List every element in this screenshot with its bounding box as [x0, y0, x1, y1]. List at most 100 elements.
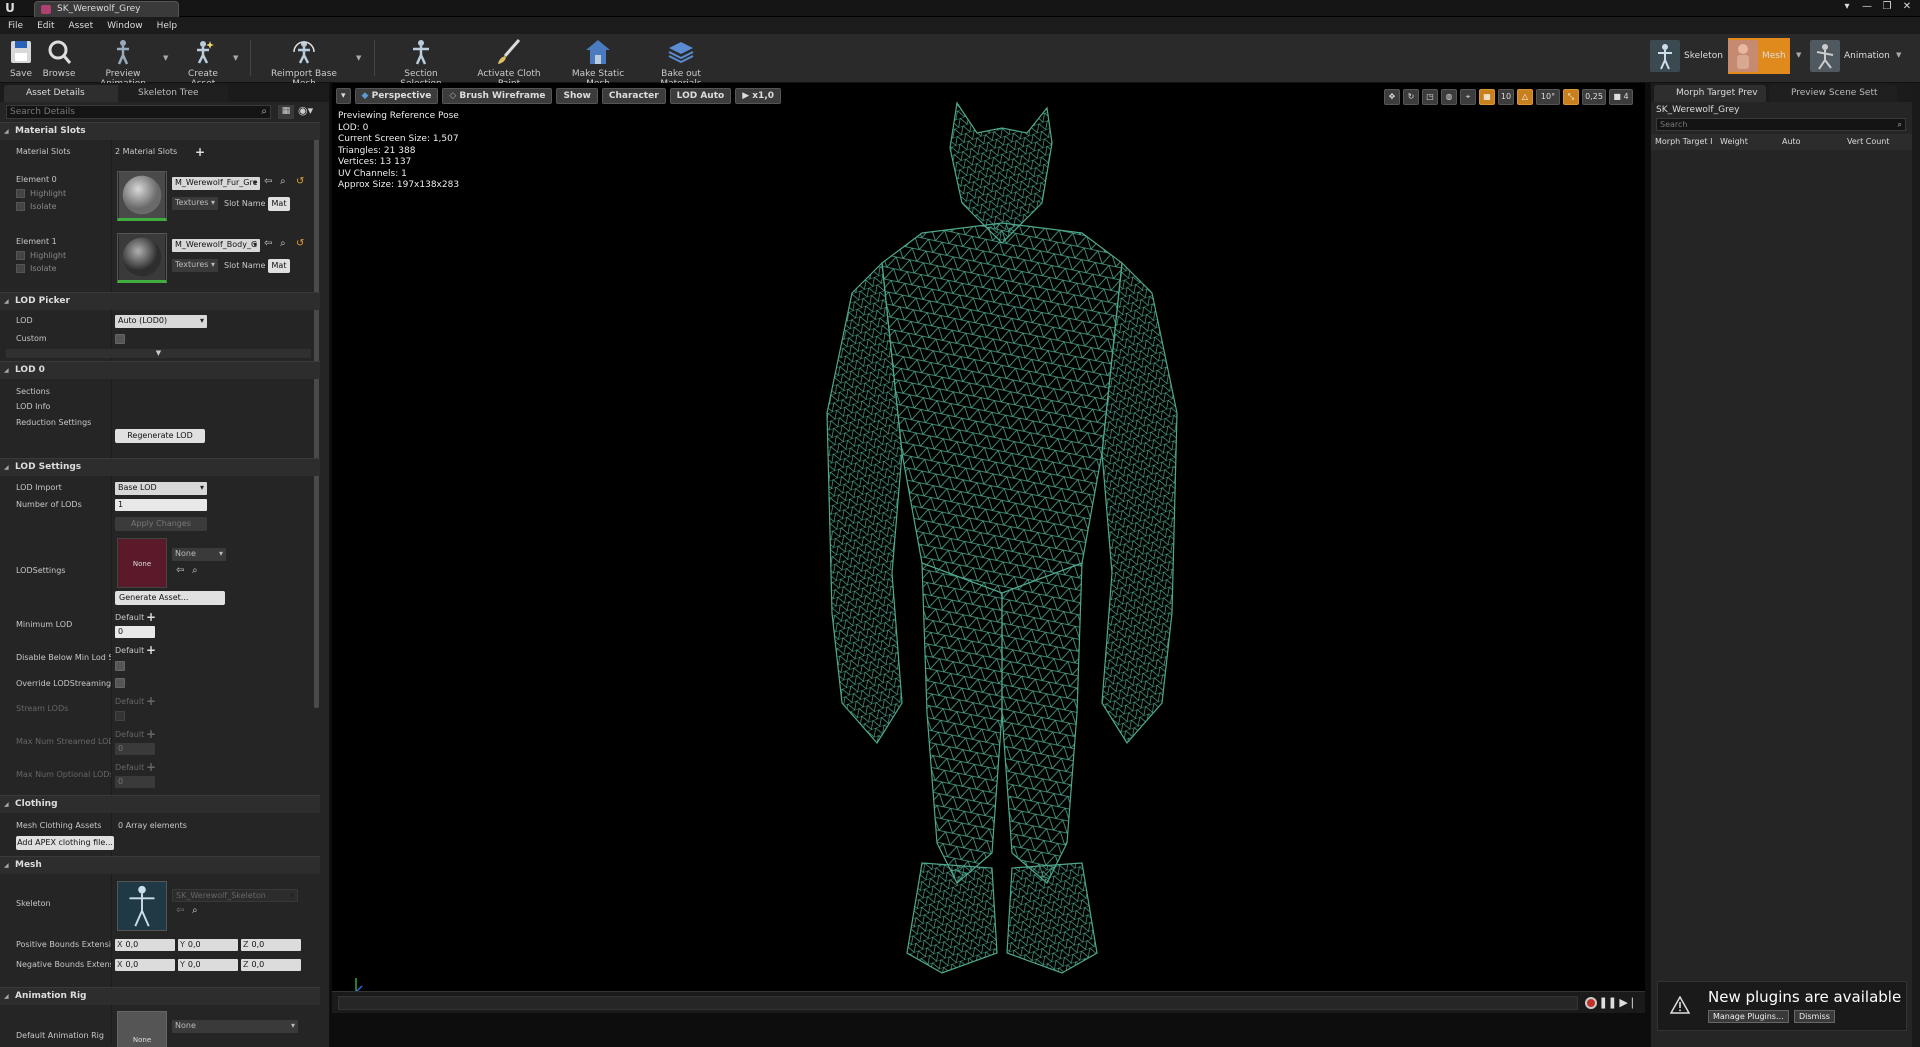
use-selected-arrow-icon[interactable]: ⇦	[264, 238, 272, 249]
dismiss-button[interactable]: Dismiss	[1794, 1010, 1835, 1023]
minimize-button[interactable]: —	[1860, 1, 1874, 12]
save-button[interactable]: Save	[4, 36, 38, 81]
browse-asset-icon[interactable]: ⌕	[192, 565, 198, 576]
record-button[interactable]	[1585, 997, 1597, 1009]
add-material-slot-icon[interactable]: +	[195, 146, 205, 158]
timeline-scrubber[interactable]	[338, 996, 1578, 1010]
create-asset-button[interactable]: Create Asset	[175, 36, 231, 89]
lod0-header[interactable]: LOD 0	[0, 361, 320, 379]
element-1-highlight-checkbox[interactable]	[16, 251, 25, 260]
details-search-input[interactable]: Search Details ⌕	[6, 105, 271, 119]
col-vert-count[interactable]: Vert Count	[1847, 137, 1890, 146]
activate-cloth-paint-button[interactable]: Activate Cloth Paint	[466, 36, 552, 89]
use-selected-arrow-icon[interactable]: ⇦	[264, 176, 272, 187]
use-selected-arrow-icon[interactable]: ⇦	[176, 565, 184, 576]
menu-file[interactable]: File	[8, 21, 23, 31]
lod-settings-header[interactable]: LOD Settings	[0, 458, 320, 476]
brush-wireframe-button[interactable]: ◇ Brush Wireframe	[442, 88, 553, 104]
negative-bounds-y[interactable]: Y 0,0	[178, 959, 238, 971]
character-button[interactable]: Character	[601, 88, 666, 104]
positive-bounds-label[interactable]: Positive Bounds Extensic	[16, 940, 111, 949]
browse-asset-icon[interactable]: ⌕	[280, 176, 286, 187]
menu-asset[interactable]: Asset	[69, 21, 94, 31]
reduction-settings-expander[interactable]: Reduction Settings	[16, 418, 111, 427]
scale-snap-value[interactable]: 0,25	[1582, 89, 1606, 105]
camera-speed-button[interactable]: ■ 4	[1609, 89, 1633, 105]
restore-button[interactable]: ❐	[1880, 1, 1894, 12]
browse-asset-icon[interactable]: ⌕	[192, 905, 198, 916]
element-1-material-combo[interactable]: M_Werewolf_Body_G	[172, 239, 260, 252]
material-slots-header[interactable]: Material Slots	[0, 122, 320, 140]
tab-morph-target-preview[interactable]: Morph Target Prev	[1654, 85, 1766, 102]
morph-search-input[interactable]: Search ⌕	[1656, 118, 1906, 131]
regenerate-lod-button[interactable]: Regenerate LOD	[115, 429, 205, 443]
body-material-thumbnail[interactable]	[117, 233, 167, 283]
animation-mode-button[interactable]: Animation	[1810, 38, 1890, 74]
make-static-mesh-button[interactable]: Make Static Mesh	[560, 36, 636, 89]
scale-icon[interactable]: ◳	[1422, 89, 1438, 105]
sections-expander[interactable]: Sections	[16, 387, 111, 396]
element-0-slot-name-field[interactable]: Mat	[268, 197, 290, 211]
manage-plugins-button[interactable]: Manage Plugins...	[1708, 1010, 1789, 1023]
browse-button[interactable]: Browse	[42, 36, 76, 81]
number-of-lods-input[interactable]: 1	[115, 499, 207, 511]
reimport-dropdown-icon[interactable]: ▼	[356, 54, 361, 62]
window-options-button[interactable]: ▾	[1840, 1, 1854, 12]
perspective-button[interactable]: ◆ Perspective	[354, 88, 439, 104]
element-0-textures-dropdown[interactable]: Textures	[172, 197, 218, 210]
minimum-lod-input[interactable]: 0	[115, 626, 155, 638]
grid-size-value[interactable]: 10	[1498, 89, 1514, 105]
add-platform-override-icon[interactable]: +	[146, 644, 156, 656]
col-auto[interactable]: Auto	[1782, 137, 1801, 146]
lod-info-expander[interactable]: LOD Info	[16, 402, 111, 411]
element-1-textures-dropdown[interactable]: Textures	[172, 259, 218, 272]
animation-rig-header[interactable]: Animation Rig	[0, 987, 320, 1005]
lodsettings-dropdown[interactable]: None	[172, 548, 226, 561]
col-morph-target[interactable]: Morph Target I	[1655, 137, 1712, 146]
mesh-header[interactable]: Mesh	[0, 856, 320, 874]
tab-skeleton-tree[interactable]: Skeleton Tree	[118, 85, 228, 102]
werewolf-wireframe-mesh[interactable]	[702, 93, 1282, 998]
grid-snap-icon[interactable]: ▦	[1479, 89, 1495, 105]
negative-bounds-z[interactable]: Z 0,0	[241, 959, 301, 971]
reset-default-icon[interactable]: ↺	[296, 238, 304, 249]
mode-dropdown-icon[interactable]: ▼	[1796, 51, 1801, 59]
expand-advanced-icon[interactable]: ▼	[6, 349, 311, 358]
skeleton-thumbnail[interactable]	[117, 881, 167, 931]
element-0-isolate-checkbox[interactable]	[16, 202, 25, 211]
viewport[interactable]: ▾ ◆ Perspective ◇ Brush Wireframe Show C…	[332, 83, 1645, 1013]
scale-snap-icon[interactable]: ⤡	[1563, 89, 1579, 105]
element-0-highlight-checkbox[interactable]	[16, 189, 25, 198]
rotate-icon[interactable]: ↻	[1403, 89, 1419, 105]
col-weight[interactable]: Weight	[1720, 137, 1748, 146]
lod-dropdown[interactable]: Auto (LOD0)	[115, 315, 207, 328]
world-local-icon[interactable]: ◍	[1441, 89, 1457, 105]
bake-out-materials-button[interactable]: Bake out Materials	[642, 36, 720, 89]
rotation-snap-value[interactable]: 10°	[1536, 89, 1560, 105]
create-asset-dropdown-icon[interactable]: ▼	[233, 54, 238, 62]
generate-asset-button[interactable]: Generate Asset...	[115, 591, 225, 605]
viewport-options-button[interactable]: ▾	[336, 88, 351, 104]
browse-asset-icon[interactable]: ⌕	[280, 238, 286, 249]
fur-material-thumbnail[interactable]	[117, 171, 167, 221]
positive-bounds-z[interactable]: Z 0,0	[241, 939, 301, 951]
negative-bounds-x[interactable]: X 0,0	[115, 959, 175, 971]
eye-icon[interactable]: ◉▾	[298, 104, 313, 117]
tab-preview-scene-settings[interactable]: Preview Scene Sett	[1769, 85, 1897, 102]
add-platform-override-icon[interactable]: +	[146, 611, 156, 623]
surface-snap-icon[interactable]: ⌖	[1460, 89, 1476, 105]
show-button[interactable]: Show	[556, 88, 598, 104]
animation-dropdown-icon[interactable]: ▼	[1896, 51, 1901, 59]
animation-rig-thumbnail[interactable]: None	[117, 1011, 167, 1047]
disable-below-min-lod-checkbox[interactable]	[115, 661, 125, 671]
preview-animation-button[interactable]: Preview Animation	[82, 36, 164, 89]
reset-default-icon[interactable]: ↺	[296, 176, 304, 187]
positive-bounds-x[interactable]: X 0,0	[115, 939, 175, 951]
menu-help[interactable]: Help	[157, 21, 178, 31]
reimport-base-mesh-button[interactable]: Reimport Base Mesh	[258, 36, 350, 89]
clothing-header[interactable]: Clothing	[0, 795, 320, 813]
element-1-isolate-checkbox[interactable]	[16, 264, 25, 273]
grid-view-icon[interactable]: ▦	[278, 105, 294, 119]
menu-window[interactable]: Window	[107, 21, 143, 31]
document-tab[interactable]: SK_Werewolf_Grey	[34, 1, 179, 17]
